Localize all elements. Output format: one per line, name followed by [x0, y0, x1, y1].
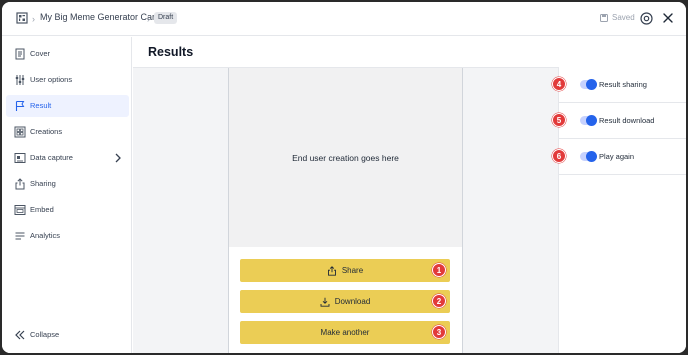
result-download-toggle[interactable] — [580, 114, 597, 126]
setting-result-sharing: 4 Result sharing — [552, 67, 686, 103]
setting-label: Play again — [599, 152, 635, 161]
creation-placeholder: End user creation goes here — [229, 68, 462, 247]
download-button-label: Download — [334, 297, 371, 306]
grid-logo-icon[interactable] — [16, 12, 28, 24]
sidebar: Cover User options Result Creations Data… — [2, 37, 132, 353]
sidebar-item-sharing[interactable]: Sharing — [6, 173, 129, 195]
gallery-icon — [14, 126, 26, 138]
download-icon — [320, 297, 330, 307]
marker-badge: 3 — [432, 325, 446, 339]
make-another-button[interactable]: Make another 3 — [240, 321, 450, 344]
embed-icon — [14, 205, 26, 215]
share-button[interactable]: Share 1 — [240, 259, 450, 282]
share-icon — [327, 265, 336, 276]
close-button[interactable] — [660, 10, 676, 26]
share-icon — [15, 178, 25, 190]
breadcrumb-chevron-icon: › — [147, 14, 150, 24]
sidebar-item-label: Data capture — [30, 153, 73, 162]
chevron-right-icon — [115, 153, 121, 163]
breadcrumb-chevron-icon: › — [32, 14, 35, 24]
setting-label: Result download — [599, 116, 655, 125]
collapse-label: Collapse — [30, 330, 60, 339]
sidebar-item-cover[interactable]: Cover — [6, 43, 129, 65]
toggle-knob — [586, 78, 597, 90]
sidebar-item-result[interactable]: Result — [6, 95, 129, 117]
toggle-knob — [586, 114, 597, 126]
result-card: End user creation goes here Share 1 Down… — [228, 68, 463, 353]
sidebar-item-user-options[interactable]: User options — [6, 69, 129, 91]
app-window: › My Big Meme Generator Card › Draft Sav… — [2, 2, 686, 353]
sidebar-item-label: Creations — [30, 127, 63, 136]
toggle-knob — [586, 150, 597, 162]
result-sharing-toggle[interactable] — [580, 78, 597, 90]
sidebar-item-embed[interactable]: Embed — [6, 199, 129, 221]
list-icon — [15, 232, 25, 240]
flag-icon — [15, 101, 25, 111]
help-circle-icon[interactable] — [640, 12, 653, 25]
sliders-icon — [15, 75, 25, 85]
marker-badge: 2 — [432, 294, 446, 308]
sidebar-item-label: User options — [30, 75, 73, 84]
download-button[interactable]: Download 2 — [240, 290, 450, 313]
status-badge: Draft — [154, 12, 178, 24]
preview-canvas: End user creation goes here Share 1 Down… — [133, 67, 558, 353]
sidebar-item-label: Sharing — [30, 179, 56, 188]
make-another-button-label: Make another — [320, 328, 370, 337]
saved-status: Saved — [612, 13, 635, 22]
sidebar-item-data-capture[interactable]: Data capture — [6, 147, 129, 169]
settings-panel: 4 Result sharing 5 Result download 6 Pla… — [552, 67, 686, 353]
collapse-button[interactable]: Collapse — [6, 326, 129, 344]
sidebar-item-label: Analytics — [30, 231, 61, 240]
project-title[interactable]: My Big Meme Generator Card — [40, 12, 160, 22]
share-button-label: Share — [341, 266, 364, 275]
close-icon — [663, 13, 673, 23]
setting-play-again: 6 Play again — [552, 139, 686, 175]
form-icon — [14, 153, 26, 163]
sidebar-item-label: Result — [30, 101, 52, 110]
marker-badge: 5 — [552, 113, 566, 127]
marker-badge: 1 — [432, 263, 446, 277]
setting-label: Result sharing — [599, 80, 647, 89]
save-icon — [600, 14, 608, 22]
marker-badge: 6 — [552, 149, 566, 163]
page-title: Results — [148, 45, 194, 59]
sidebar-item-label: Cover — [30, 49, 51, 58]
sidebar-item-analytics[interactable]: Analytics — [6, 225, 129, 247]
sidebar-item-label: Embed — [30, 205, 54, 214]
creation-placeholder-text: End user creation goes here — [292, 152, 399, 163]
marker-badge: 4 — [552, 77, 566, 91]
top-bar: › My Big Meme Generator Card › Draft Sav… — [2, 2, 686, 36]
sidebar-item-creations[interactable]: Creations — [6, 121, 129, 143]
document-icon — [15, 48, 25, 60]
setting-result-download: 5 Result download — [552, 103, 686, 139]
main-header: Results — [133, 37, 558, 67]
double-chevron-left-icon — [15, 330, 25, 340]
play-again-toggle[interactable] — [580, 150, 597, 162]
